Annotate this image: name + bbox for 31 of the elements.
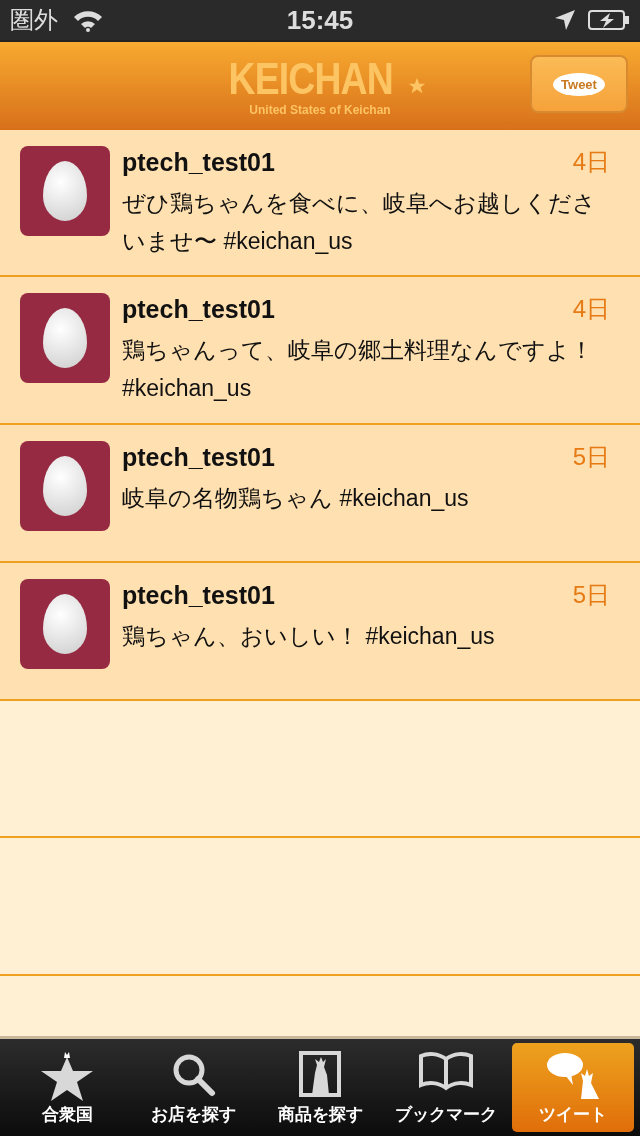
tweet-text: 鶏ちゃん、おいしい！ #keichan_us (122, 622, 496, 651)
username: ptech_test01 (122, 442, 275, 472)
tweet-age: 5日 (572, 580, 611, 610)
tweet-text: 鶏ちゃんって、岐阜の郷土料理なんですよ！ #keichan_us (122, 336, 594, 403)
username: ptech_test01 (122, 294, 275, 324)
egg-icon (43, 308, 87, 368)
egg-icon (43, 456, 87, 516)
tab-item[interactable]: お店を探す (132, 1043, 255, 1132)
egg-icon (43, 161, 87, 221)
tweet-age: 4日 (572, 147, 611, 177)
clock-time: 15:45 (285, 4, 355, 36)
logo-subtitle: United States of Keichan (249, 103, 391, 117)
battery-icon (588, 9, 630, 31)
rooster-frame-icon (299, 1051, 341, 1097)
location-arrow-icon (554, 9, 576, 31)
egg-icon (43, 594, 87, 654)
username: ptech_test01 (122, 580, 275, 610)
book-icon (418, 1051, 475, 1091)
tab-item[interactable]: ブックマーク (385, 1043, 508, 1132)
app-logo: KEICHAN (228, 55, 394, 103)
tab-item[interactable]: 合衆国 (6, 1043, 129, 1132)
carrier-label: 圏外 (10, 5, 58, 35)
tweet-age: 4日 (572, 294, 611, 324)
star-icon (407, 77, 426, 95)
wifi-icon (72, 8, 104, 32)
username: ptech_test01 (122, 147, 275, 177)
tweet-age: 5日 (572, 442, 611, 472)
tweet-text: 岐阜の名物鶏ちゃん #keichan_us (122, 484, 470, 513)
tweet-text: ぜひ鶏ちゃんを食べに、岐阜へお越しくださいませ〜 #keichan_us (122, 189, 597, 256)
speech-rooster-icon (544, 1051, 601, 1101)
tab-item[interactable]: 商品を探す (258, 1043, 382, 1132)
